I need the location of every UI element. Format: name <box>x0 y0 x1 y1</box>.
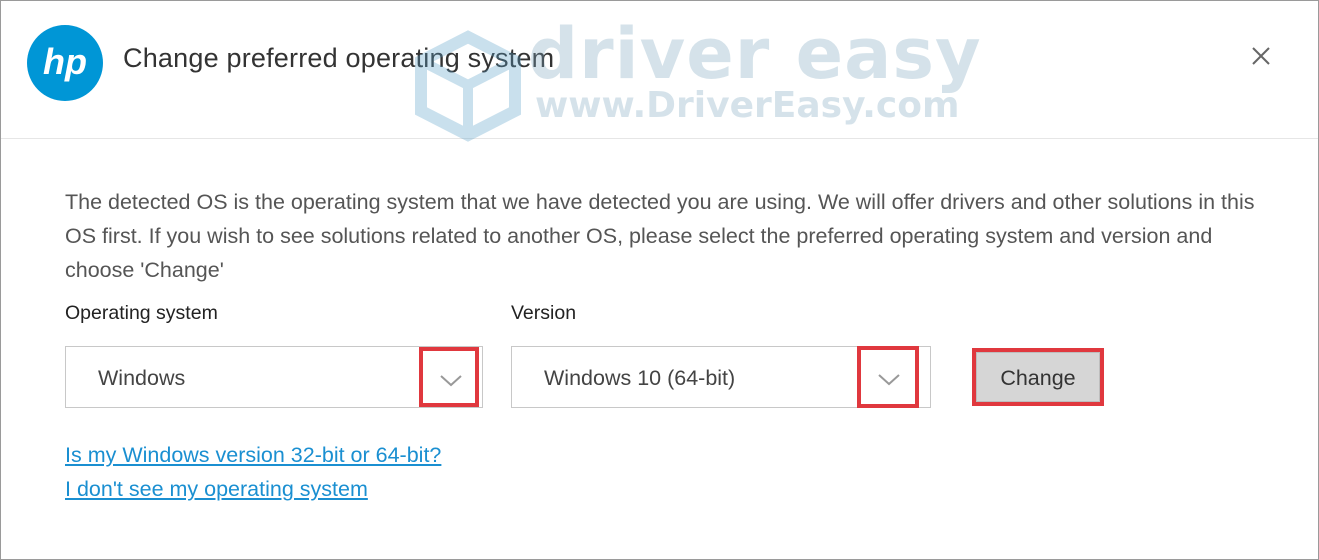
version-dropdown-toggle[interactable] <box>857 346 919 408</box>
os-select[interactable]: Windows <box>65 346 483 408</box>
close-icon[interactable] <box>1248 43 1274 69</box>
svg-text:hp: hp <box>43 41 87 82</box>
driver-easy-watermark: driver easy www.DriverEasy.com <box>413 13 981 142</box>
version-select[interactable]: Windows 10 (64-bit) <box>511 346 931 408</box>
missing-os-link[interactable]: I don't see my operating system <box>65 477 368 502</box>
watermark-url: www.DriverEasy.com <box>535 85 960 126</box>
dialog-description: The detected OS is the operating system … <box>65 190 1255 282</box>
dialog-header: hp Change preferred operating system dri… <box>1 1 1318 142</box>
version-label: Version <box>511 302 577 324</box>
dialog-title: Change preferred operating system <box>123 43 555 73</box>
change-button-face: Change <box>976 352 1100 402</box>
change-button-label: Change <box>1000 366 1076 390</box>
hp-logo: hp <box>27 25 103 101</box>
bitness-help-link[interactable]: Is my Windows version 32-bit or 64-bit? <box>65 443 441 468</box>
change-button[interactable]: Change <box>972 348 1104 406</box>
chevron-down-icon <box>878 374 900 386</box>
os-dropdown-toggle[interactable] <box>419 347 479 407</box>
version-select-value: Windows 10 (64-bit) <box>544 366 736 390</box>
chevron-down-icon <box>440 375 462 387</box>
change-os-dialog: hp Change preferred operating system dri… <box>0 0 1319 560</box>
os-label: Operating system <box>65 302 218 324</box>
os-select-value: Windows <box>98 366 186 390</box>
watermark-brand: driver easy <box>528 13 982 95</box>
